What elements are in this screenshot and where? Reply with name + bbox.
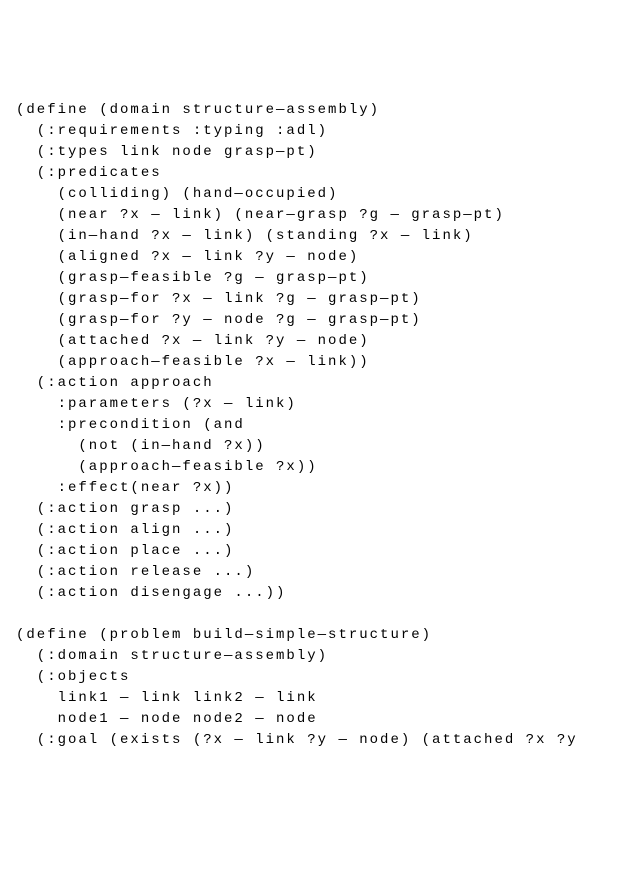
- code-line: (:types link node grasp—pt): [16, 144, 318, 160]
- code-line: (approach—feasible ?x)): [16, 459, 318, 475]
- code-line: (approach—feasible ?x — link)): [16, 354, 370, 370]
- code-line: (:domain structure—assembly): [16, 648, 328, 664]
- code-line: (:predicates: [16, 165, 162, 181]
- code-line: (aligned ?x — link ?y — node): [16, 249, 359, 265]
- code-line: (:goal (exists (?x — link ?y — node) (at…: [16, 732, 578, 748]
- code-line: (in—hand ?x — link) (standing ?x — link): [16, 228, 474, 244]
- code-line: :parameters (?x — link): [16, 396, 297, 412]
- code-line: (attached ?x — link ?y — node): [16, 333, 370, 349]
- code-line: (near ?x — link) (near—grasp ?g — grasp—…: [16, 207, 505, 223]
- code-line: (grasp—for ?x — link ?g — grasp—pt): [16, 291, 422, 307]
- code-line: (:action align ...): [16, 522, 234, 538]
- code-line: :precondition (and: [16, 417, 245, 433]
- code-line: node1 — node node2 — node: [16, 711, 318, 727]
- code-line: (define (domain structure—assembly): [16, 102, 380, 118]
- code-line: (:action place ...): [16, 543, 234, 559]
- code-line: (colliding) (hand—occupied): [16, 186, 338, 202]
- code-line: (:action disengage ...)): [16, 585, 286, 601]
- code-line: (grasp—for ?y — node ?g — grasp—pt): [16, 312, 422, 328]
- code-block: (define (domain structure—assembly) (:re…: [16, 100, 622, 751]
- code-line: (:action approach: [16, 375, 214, 391]
- code-line: (:objects: [16, 669, 130, 685]
- code-line: (:action grasp ...): [16, 501, 234, 517]
- code-line: (:action release ...): [16, 564, 255, 580]
- code-line: :effect(near ?x)): [16, 480, 234, 496]
- code-line: link1 — link link2 — link: [16, 690, 318, 706]
- code-line: (:requirements :typing :adl): [16, 123, 328, 139]
- code-line: (define (problem build—simple—structure): [16, 627, 432, 643]
- code-line: (not (in—hand ?x)): [16, 438, 266, 454]
- code-line: (grasp—feasible ?g — grasp—pt): [16, 270, 370, 286]
